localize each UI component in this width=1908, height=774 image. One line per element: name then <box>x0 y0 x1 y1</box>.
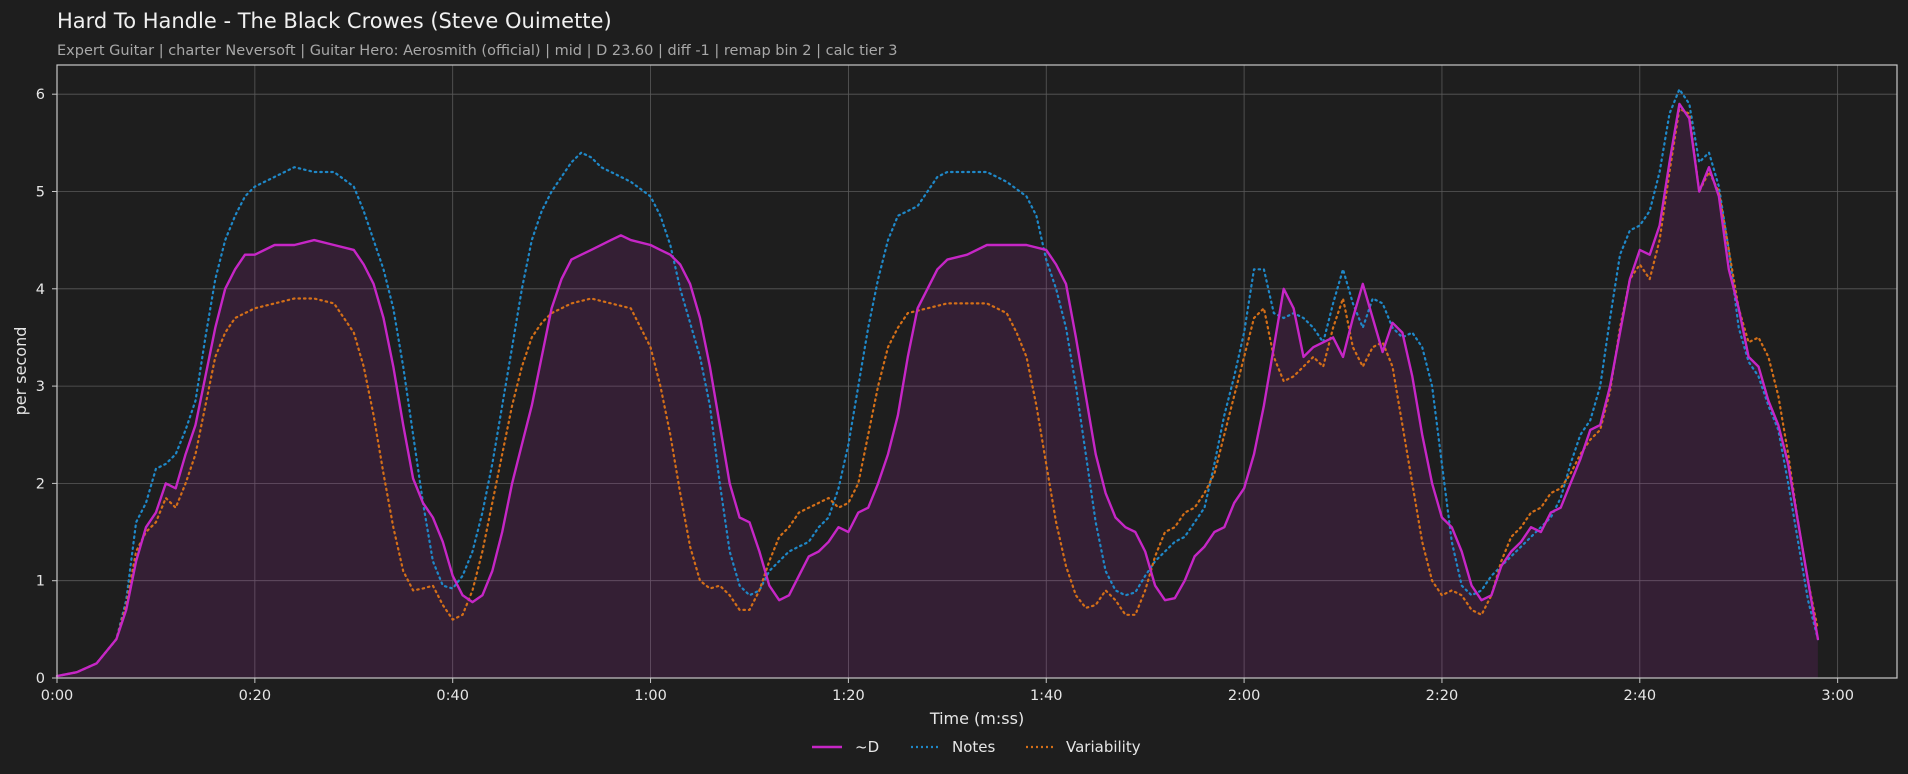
y-axis-ticks: 0 1 2 3 4 5 6 <box>36 87 57 687</box>
y-tick-label: 4 <box>36 282 45 298</box>
x-tick-label: 0:20 <box>239 688 272 704</box>
x-tick-label: 1:20 <box>832 688 865 704</box>
y-tick-label: 2 <box>36 476 45 492</box>
legend: ~D Notes Variability <box>812 738 1141 756</box>
series-layer <box>55 88 1820 678</box>
y-tick-label: 1 <box>36 574 45 590</box>
x-tick-label: 0:00 <box>41 688 74 704</box>
chart-subtitle: Expert Guitar | charter Neversoft | Guit… <box>57 43 898 59</box>
chart: Hard To Handle - The Black Crowes (Steve… <box>11 9 1898 756</box>
legend-label-d: ~D <box>855 738 879 756</box>
y-axis-label: per second <box>11 327 30 416</box>
series-area-d <box>57 103 1818 678</box>
x-tick-label: 3:00 <box>1821 688 1854 704</box>
legend-label-notes: Notes <box>952 738 996 756</box>
x-tick-label: 2:40 <box>1624 688 1657 704</box>
y-tick-label: 6 <box>36 87 45 103</box>
x-tick-label: 2:20 <box>1426 688 1459 704</box>
x-tick-label: 0:40 <box>436 688 469 704</box>
x-tick-label: 2:00 <box>1228 688 1261 704</box>
y-tick-label: 5 <box>36 184 45 200</box>
x-axis-label: Time (m:ss) <box>929 709 1024 728</box>
y-tick-label: 3 <box>36 379 45 395</box>
y-tick-label: 0 <box>36 671 45 687</box>
x-tick-label: 1:40 <box>1030 688 1063 704</box>
x-tick-label: 1:00 <box>634 688 667 704</box>
x-axis-ticks: 0:00 0:20 0:40 1:00 1:20 1:40 2:00 2:20 2:40 3:00 <box>41 678 1854 704</box>
chart-title: Hard To Handle - The Black Crowes (Steve… <box>57 9 612 33</box>
legend-label-variability: Variability <box>1066 738 1141 756</box>
